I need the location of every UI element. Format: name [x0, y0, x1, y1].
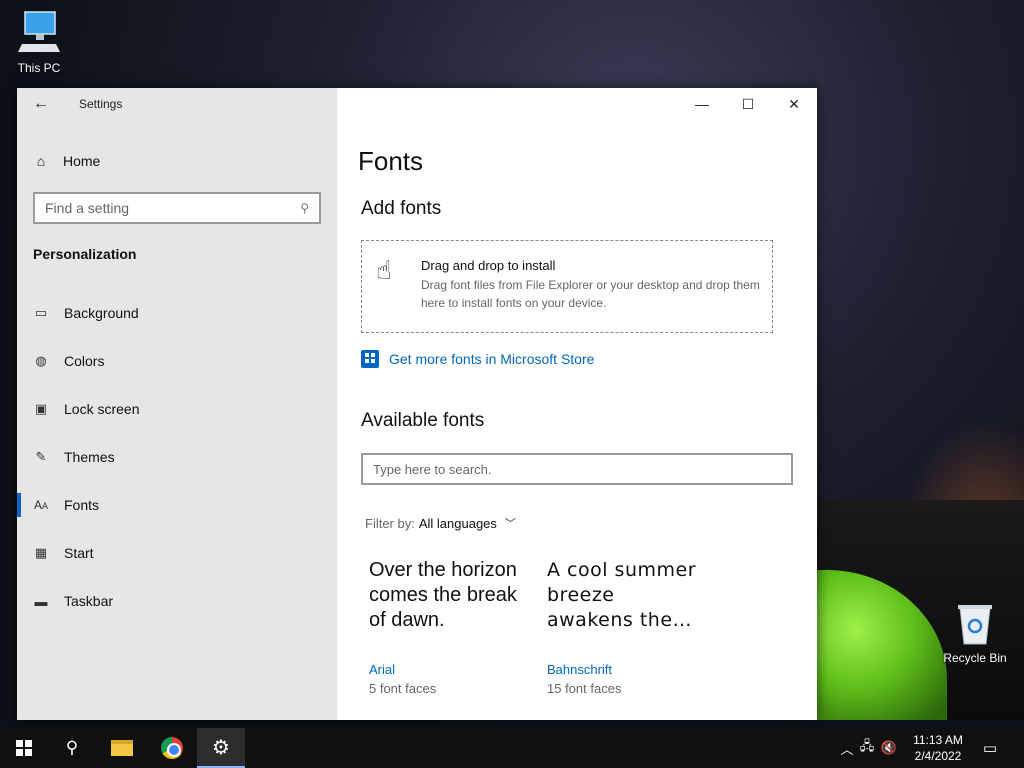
sidebar-item-label: Fonts	[64, 497, 100, 513]
taskbar-settings[interactable]: ⚙	[197, 728, 245, 768]
font-card-bahnschrift[interactable]: A cool summer breeze awakens the… Bahnsc…	[547, 558, 707, 696]
clock[interactable]: 11:13 AM 2/4/2022	[904, 732, 972, 764]
store-link-label: Get more fonts in Microsoft Store	[389, 351, 595, 367]
font-name: Arial	[369, 662, 396, 677]
desktop-icon-label: This PC	[17, 61, 61, 75]
taskbar-chrome[interactable]	[148, 728, 196, 768]
font-sample: A cool summer breeze awakens the…	[547, 559, 697, 631]
page-title: Fonts	[358, 146, 424, 176]
font-icon: AA	[33, 498, 49, 512]
main-content: — ☐ ✕ Fonts Add fonts ☝ Drag and drop to…	[337, 88, 817, 720]
app-title: Settings	[79, 97, 123, 111]
brush-icon: ✎	[35, 449, 47, 464]
home-icon: ⌂	[36, 153, 46, 169]
back-button[interactable]: ←	[31, 94, 51, 114]
start-icon: ▦	[34, 545, 48, 560]
sidebar-item-colors[interactable]: ◍ Colors	[17, 341, 337, 381]
action-center-button[interactable]: ▭	[968, 728, 1012, 768]
settings-search-input[interactable]: Find a setting ⚲	[33, 192, 321, 224]
taskbar-search-button[interactable]: ⚲	[48, 728, 96, 768]
sidebar-item-label: Background	[64, 305, 139, 321]
drop-zone-title: Drag and drop to install	[421, 258, 556, 273]
sidebar-item-label: Start	[64, 545, 94, 561]
computer-icon	[18, 11, 60, 52]
minimize-button[interactable]: —	[679, 88, 725, 120]
maximize-icon: ☐	[741, 95, 755, 112]
add-fonts-heading: Add fonts	[361, 198, 442, 219]
taskbar-file-explorer[interactable]	[98, 728, 146, 768]
close-icon: ✕	[788, 95, 800, 112]
section-title: Personalization	[33, 246, 137, 262]
network-icon[interactable]: 🖧	[856, 737, 878, 759]
chevron-down-icon: ﹀	[504, 518, 516, 530]
drop-zone-description: Drag font files from File Explorer or yo…	[421, 278, 760, 310]
font-sample: Over the horizon comes the break of dawn…	[369, 559, 517, 631]
filter-value: All languages	[418, 515, 497, 531]
font-card-arial[interactable]: Over the horizon comes the break of dawn…	[369, 558, 529, 696]
folder-icon	[111, 740, 133, 756]
sidebar-item-label: Lock screen	[64, 401, 140, 417]
store-icon	[361, 350, 379, 368]
desktop-icon-label: Recycle Bin	[943, 651, 1007, 665]
sidebar-item-label: Taskbar	[64, 593, 114, 609]
notification-icon: ▭	[982, 740, 998, 757]
search-icon: ⚲	[65, 738, 79, 757]
sidebar-item-background[interactable]: ▭ Background	[17, 293, 337, 333]
clock-time: 11:13 AM	[913, 733, 963, 747]
recycle-bin-icon	[958, 605, 992, 645]
available-fonts-heading: Available fonts	[361, 410, 485, 431]
font-drop-zone[interactable]: ☝ Drag and drop to install Drag font fil…	[361, 240, 773, 333]
maximize-button[interactable]: ☐	[725, 88, 771, 120]
start-button[interactable]	[0, 728, 48, 768]
sidebar: ← Settings ⌂ Home Find a setting ⚲ Perso…	[17, 88, 337, 720]
font-face-count: 5 font faces	[369, 681, 437, 696]
font-search-input[interactable]: Type here to search.	[361, 453, 793, 485]
volume-muted-icon[interactable]: 🔇	[878, 740, 900, 756]
minimize-icon: —	[695, 96, 709, 112]
sidebar-item-label: Colors	[64, 353, 105, 369]
desktop-icon-recycle-bin[interactable]: Recycle Bin	[940, 602, 1010, 665]
search-placeholder: Find a setting	[45, 200, 130, 216]
clock-date: 2/4/2022	[914, 749, 962, 763]
font-face-count: 15 font faces	[547, 681, 622, 696]
lock-screen-icon: ▣	[34, 401, 48, 416]
gear-icon: ⚙	[212, 736, 230, 759]
sidebar-item-label: Themes	[64, 449, 115, 465]
sidebar-item-themes[interactable]: ✎ Themes	[17, 437, 337, 477]
desktop-icon-this-pc[interactable]: This PC	[4, 8, 74, 75]
palette-icon: ◍	[35, 353, 47, 368]
system-tray: ︿ 🖧 🔇	[838, 728, 900, 768]
sidebar-item-lock-screen[interactable]: ▣ Lock screen	[17, 389, 337, 429]
search-icon: ⚲	[300, 201, 309, 215]
font-name: Bahnschrift	[547, 662, 613, 677]
hand-pointer-icon: ☝	[376, 255, 392, 285]
sidebar-item-start[interactable]: ▦ Start	[17, 533, 337, 573]
settings-window: ← Settings ⌂ Home Find a setting ⚲ Perso…	[17, 88, 817, 720]
sidebar-item-fonts[interactable]: AA Fonts	[17, 485, 337, 525]
taskbar-icon: ▬	[34, 593, 48, 609]
chrome-icon	[161, 737, 183, 759]
taskbar: ⚲ ⚙ ︿ 🖧 🔇 11:13 AM 2/4/2022 ▭	[0, 728, 1024, 768]
nav-home-label: Home	[63, 153, 101, 169]
image-icon: ▭	[34, 305, 48, 320]
sidebar-item-taskbar[interactable]: ▬ Taskbar	[17, 581, 337, 621]
windows-logo-icon	[16, 740, 32, 756]
close-button[interactable]: ✕	[771, 88, 817, 120]
nav-home[interactable]: ⌂ Home	[33, 150, 101, 172]
microsoft-store-link[interactable]: Get more fonts in Microsoft Store	[361, 350, 594, 368]
font-search-placeholder: Type here to search.	[373, 461, 492, 477]
chevron-up-icon[interactable]: ︿	[838, 739, 856, 758]
filter-label: Filter by:	[365, 515, 415, 531]
arrow-left-icon: ←	[33, 95, 49, 112]
language-filter[interactable]: Filter by: All languages ﹀	[365, 515, 516, 531]
